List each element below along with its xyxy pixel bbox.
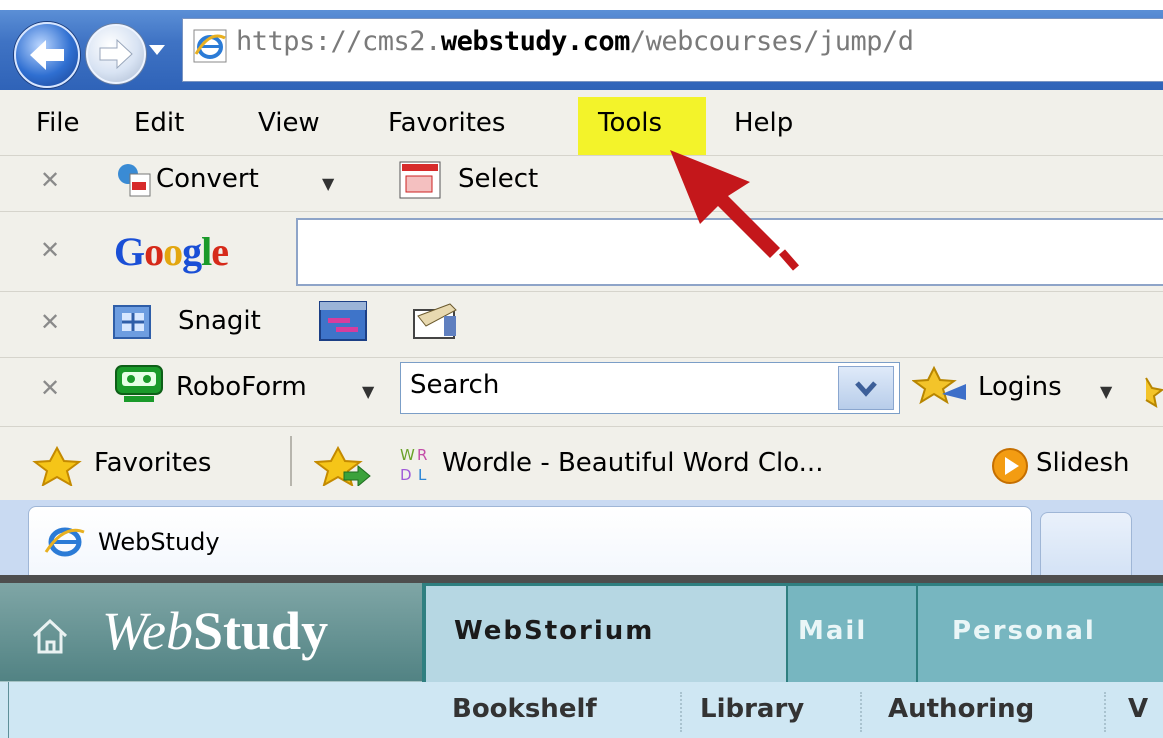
- close-toolbar-button[interactable]: ✕: [40, 308, 60, 336]
- add-favorites-icon[interactable]: [314, 446, 372, 486]
- annotation-arrow-icon: [670, 150, 800, 271]
- roboform-icon: [115, 365, 163, 402]
- logins-dropdown-icon[interactable]: ▼: [1100, 382, 1112, 401]
- address-url[interactable]: https://cms2.webstudy.com/webcourses/jum…: [236, 26, 914, 57]
- url-path: /webcourses/jump/d: [629, 26, 914, 57]
- snagit-icon: [113, 305, 151, 339]
- top-strip: [0, 0, 1163, 10]
- back-button[interactable]: [14, 22, 80, 88]
- roboform-search-value: Search: [410, 370, 500, 400]
- logo-study: Study: [193, 601, 329, 661]
- favorites-separator: [290, 436, 292, 486]
- menu-tools[interactable]: Tools: [598, 108, 662, 138]
- sub-nav-authoring[interactable]: Authoring: [888, 694, 1034, 724]
- close-toolbar-button[interactable]: ✕: [40, 374, 60, 402]
- menu-edit[interactable]: Edit: [134, 108, 184, 138]
- snagit-editor-icon[interactable]: [408, 300, 462, 342]
- roboform-label[interactable]: RoboForm: [176, 372, 307, 402]
- chevron-down-icon: [855, 381, 877, 397]
- search-dropdown-button[interactable]: [838, 366, 894, 410]
- svg-text:L: L: [418, 466, 427, 484]
- sub-nav-truncated[interactable]: V: [1128, 694, 1148, 724]
- favorite-link-wordle[interactable]: Wordle - Beautiful Word Clo...: [442, 448, 823, 478]
- menu-favorites[interactable]: Favorites: [388, 108, 505, 138]
- history-dropdown-icon[interactable]: [148, 42, 166, 58]
- roboform-dropdown-icon[interactable]: ▼: [362, 382, 374, 401]
- select-label[interactable]: Select: [458, 164, 538, 194]
- nav-tab-personal-label: Personal: [952, 616, 1096, 646]
- convert-pdf-icon: [118, 164, 151, 197]
- snagit-toolbar: [0, 291, 1163, 358]
- sub-nav-divider: [860, 692, 862, 732]
- close-toolbar-button[interactable]: ✕: [40, 166, 60, 194]
- nav-tab-webstorium-label: WebStorium: [454, 616, 655, 646]
- svg-text:D: D: [400, 466, 412, 484]
- favorite-link-slideshare[interactable]: Slidesh: [1036, 448, 1129, 478]
- favorites-button-label[interactable]: Favorites: [94, 448, 211, 478]
- nav-tab-mail-label: Mail: [798, 616, 868, 646]
- snagit-label[interactable]: Snagit: [178, 306, 261, 336]
- sub-nav-library[interactable]: Library: [700, 694, 804, 724]
- select-pdf-icon: [399, 161, 441, 199]
- url-prefix: https://cms2.: [236, 26, 441, 57]
- forward-arrow-icon: [99, 38, 133, 70]
- back-arrow-icon: [30, 40, 64, 70]
- menu-file[interactable]: File: [36, 108, 80, 138]
- url-domain: webstudy.com: [440, 26, 631, 57]
- svg-text:W: W: [400, 446, 415, 464]
- google-logo: Google: [114, 229, 229, 274]
- sub-nav-divider: [1104, 692, 1106, 732]
- convert-label[interactable]: Convert: [156, 164, 259, 194]
- new-tab-button[interactable]: [1040, 512, 1132, 577]
- toolbar-overflow-icon[interactable]: [1134, 370, 1163, 410]
- logo-web: Web: [102, 601, 193, 661]
- tab-title: WebStudy: [98, 528, 220, 556]
- svg-text:R: R: [417, 446, 427, 464]
- snagit-capture-icon[interactable]: [318, 300, 368, 342]
- ie-page-icon: [193, 29, 227, 63]
- ie-page-icon: [44, 527, 85, 557]
- sub-nav-divider: [680, 692, 682, 732]
- wordle-icon: W R D L: [400, 446, 427, 484]
- home-icon[interactable]: [30, 616, 70, 656]
- close-toolbar-button[interactable]: ✕: [40, 236, 60, 264]
- favorites-star-icon: [32, 446, 82, 486]
- slideshare-icon: [992, 448, 1028, 484]
- menu-view[interactable]: View: [258, 108, 320, 138]
- page-top-border: [0, 575, 1163, 583]
- menu-help[interactable]: Help: [734, 108, 793, 138]
- logins-label[interactable]: Logins: [978, 372, 1062, 402]
- sub-nav-bookshelf[interactable]: Bookshelf: [452, 694, 597, 724]
- convert-dropdown-icon[interactable]: ▼: [322, 174, 334, 193]
- forward-button[interactable]: [86, 24, 146, 84]
- webstudy-logo[interactable]: WebStudy: [102, 600, 328, 662]
- sub-nav-left-panel: [8, 682, 423, 738]
- logins-icon: [912, 365, 966, 405]
